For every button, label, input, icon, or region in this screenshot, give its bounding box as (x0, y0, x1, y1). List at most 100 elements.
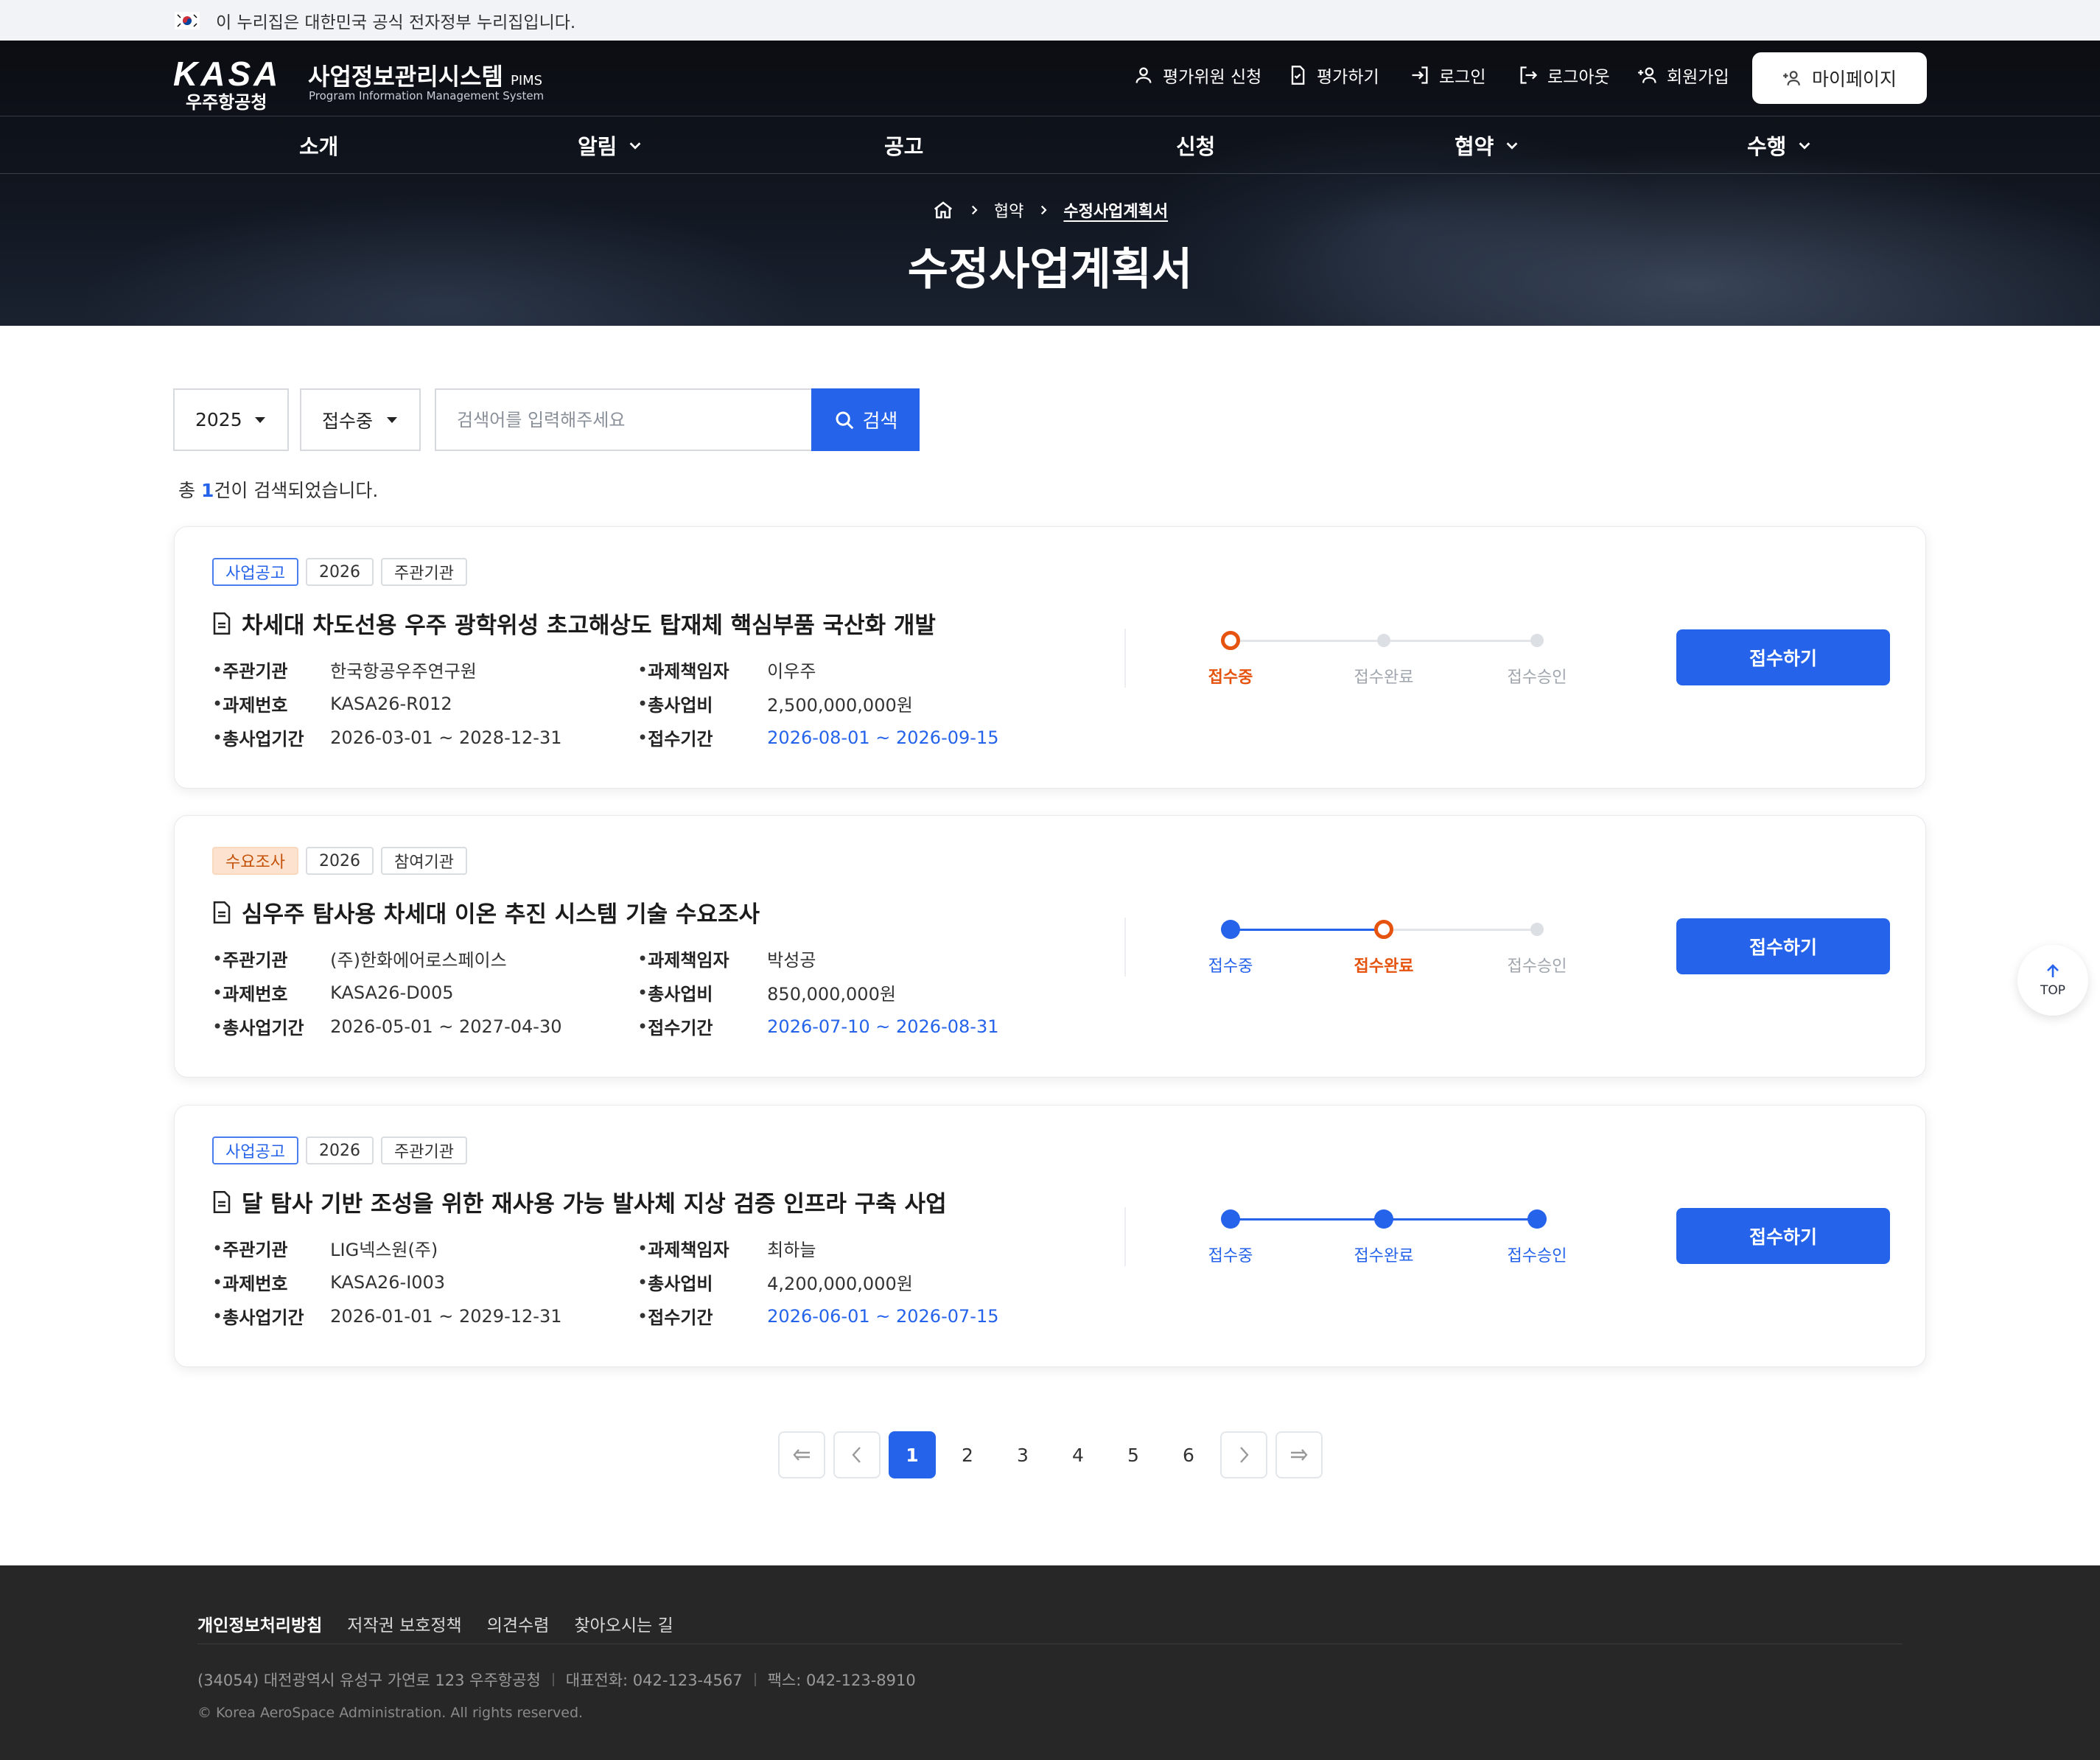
next-page-button[interactable] (1220, 1431, 1267, 1478)
footer-fax: 팩스: 042-123-8910 (767, 1672, 916, 1689)
period-value: 2026-05-01 ~ 2027-04-30 (330, 1016, 562, 1037)
nav-item-notice[interactable]: 알림 (578, 116, 643, 174)
page-number[interactable]: 4 (1054, 1431, 1102, 1478)
system-title[interactable]: 사업정보관리시스템 PIMS (308, 58, 542, 92)
footer-address: (34054) 대전광역시 유성구 가연로 123 우주항공청 대표전화: 04… (197, 1669, 916, 1691)
last-page-button[interactable] (1275, 1431, 1323, 1478)
year-select[interactable]: 2025 (173, 388, 289, 451)
task-no-value: KASA26-R012 (330, 693, 452, 714)
step-label-received: 접수중 (1208, 668, 1253, 687)
util-link-evaluator-apply[interactable]: 평가위원 신청 (1133, 63, 1261, 88)
card-title[interactable]: 달 탐사 기반 조성을 위한 재사용 가능 발사체 지상 검증 인프라 구축 사… (212, 1185, 947, 1218)
role-tag: 주관기관 (380, 558, 467, 586)
org-row: • 주관기관 한국항공우주연구원 (212, 657, 477, 682)
nav-item-execution[interactable]: 수행 (1747, 116, 1813, 174)
status-select[interactable]: 접수중 (300, 388, 421, 451)
progress-steps: 접수중 접수완료 접수승인 (1208, 919, 1567, 985)
chevron-left-icon (852, 1447, 861, 1463)
nav-item-intro[interactable]: 소개 (299, 116, 338, 174)
pm-row: • 과제책임자 최하늘 (637, 1235, 816, 1261)
search-icon (836, 411, 853, 429)
step-label-completed: 접수완료 (1354, 957, 1414, 976)
receipt-period-row: • 접수기간 2026-07-10 ~ 2026-08-31 (637, 1016, 999, 1039)
nav-item-announcement[interactable]: 공고 (884, 116, 923, 174)
card-tags: 사업공고 2026 주관기관 (212, 1136, 467, 1164)
util-link-evaluate[interactable]: 평가하기 (1287, 63, 1379, 88)
step-dot-completed (1374, 920, 1393, 939)
step-dot-completed (1377, 634, 1390, 647)
card-title[interactable]: 심우주 탐사용 차세대 이온 추진 시스템 기술 수요조사 (212, 895, 760, 929)
page-number[interactable]: 5 (1110, 1431, 1157, 1478)
budget-row: • 총사업비 850,000,000원 (637, 979, 896, 1005)
step-label-approved: 접수승인 (1507, 957, 1567, 976)
footer-link-copyright-policy[interactable]: 저작권 보호정책 (347, 1611, 461, 1636)
chevron-right-icon (1240, 1447, 1249, 1463)
step-label-received: 접수중 (1208, 957, 1253, 976)
step-dot-received (1221, 1209, 1240, 1229)
footer-link-privacy[interactable]: 개인정보처리방침 (197, 1611, 322, 1636)
card-title-text: 달 탐사 기반 조성을 위한 재사용 가능 발사체 지상 검증 인프라 구축 사… (242, 1191, 947, 1218)
nav-item-apply[interactable]: 신청 (1176, 116, 1215, 174)
step-line-1 (1231, 929, 1384, 931)
pm-row: • 과제책임자 이우주 (637, 657, 816, 682)
pm-value: 최하늘 (767, 1240, 816, 1260)
gov-banner-text: 이 누리집은 대한민국 공식 전자정부 누리집입니다. (216, 13, 576, 32)
page-number[interactable]: 1 (889, 1431, 936, 1478)
document-icon (213, 901, 231, 923)
role-tag: 참여기관 (380, 847, 467, 875)
search-button[interactable]: 검색 (811, 388, 920, 451)
card-title-text: 차세대 차도선용 우주 광학위성 초고해상도 탑재체 핵심부품 국산화 개발 (242, 612, 936, 639)
task-no-value: KASA26-D005 (330, 982, 454, 1003)
step-line-1 (1231, 640, 1384, 642)
year-tag: 2026 (305, 847, 374, 875)
step-line-1 (1231, 1218, 1384, 1221)
scroll-top-button[interactable]: TOP (2017, 945, 2088, 1016)
util-link-signup[interactable]: 회원가입 (1637, 63, 1729, 88)
footer-link-directions[interactable]: 찾아오시는 길 (574, 1611, 673, 1636)
kasa-logo[interactable]: KASA 우주항공청 (173, 54, 291, 113)
home-icon[interactable] (932, 199, 954, 221)
year-tag: 2026 (305, 558, 374, 586)
card-divider (1124, 1207, 1126, 1266)
document-icon (213, 1190, 231, 1213)
period-row: • 총사업기간 2026-03-01 ~ 2028-12-31 (212, 727, 562, 750)
task-no-value: KASA26-I003 (330, 1271, 446, 1293)
page-number[interactable]: 6 (1165, 1431, 1212, 1478)
breadcrumb-item-agreement[interactable]: 협약 (994, 198, 1023, 222)
first-page-button[interactable] (778, 1431, 825, 1478)
prev-page-button[interactable] (833, 1431, 881, 1478)
apply-button[interactable]: 접수하기 (1676, 1208, 1890, 1264)
card-title[interactable]: 차세대 차도선용 우주 광학위성 초고해상도 탑재체 핵심부품 국산화 개발 (212, 607, 936, 640)
step-line-2 (1384, 1218, 1537, 1221)
page-number[interactable]: 3 (999, 1431, 1046, 1478)
pm-value: 박성공 (767, 950, 816, 971)
role-tag: 주관기관 (380, 1136, 467, 1164)
breadcrumb: 협약 수정사업계획서 (0, 198, 2100, 222)
mypage-button[interactable]: 마이페이지 (1752, 52, 1927, 104)
login-icon (1412, 66, 1428, 84)
util-link-logout[interactable]: 로그아웃 (1518, 63, 1610, 88)
util-link-login[interactable]: 로그인 (1410, 63, 1485, 88)
apply-button[interactable]: 접수하기 (1676, 629, 1890, 685)
period-value: 2026-03-01 ~ 2028-12-31 (330, 727, 562, 748)
page-number[interactable]: 2 (944, 1431, 991, 1478)
receipt-period-value: 2026-08-01 ~ 2026-09-15 (767, 727, 999, 748)
step-label-approved: 접수승인 (1507, 668, 1567, 687)
step-label-approved: 접수승인 (1507, 1247, 1567, 1265)
business-card: 사업공고 2026 주관기관 차세대 차도선용 우주 광학위성 초고해상도 탑재… (174, 526, 1926, 789)
task-no-row: • 과제번호 KASA26-D005 (212, 982, 454, 1005)
progress-steps: 접수중 접수완료 접수승인 (1208, 630, 1567, 696)
footer-link-feedback[interactable]: 의견수렴 (487, 1611, 550, 1636)
nav-item-agreement[interactable]: 협약 (1455, 116, 1520, 174)
breadcrumb-item-current[interactable]: 수정사업계획서 (1063, 198, 1168, 222)
pagination: 1 2 3 4 5 6 (778, 1431, 1323, 1478)
category-tag: 사업공고 (212, 1136, 298, 1164)
search-input[interactable] (435, 388, 812, 451)
pm-row: • 과제책임자 박성공 (637, 946, 816, 971)
chevron-right-icon (1041, 205, 1047, 215)
receipt-period-value: 2026-06-01 ~ 2026-07-15 (767, 1305, 999, 1327)
step-dot-approved (1527, 1209, 1547, 1229)
apply-button[interactable]: 접수하기 (1676, 918, 1890, 974)
footer-copyright: © Korea AeroSpace Administration. All ri… (197, 1705, 584, 1721)
step-dot-approved (1530, 634, 1544, 647)
